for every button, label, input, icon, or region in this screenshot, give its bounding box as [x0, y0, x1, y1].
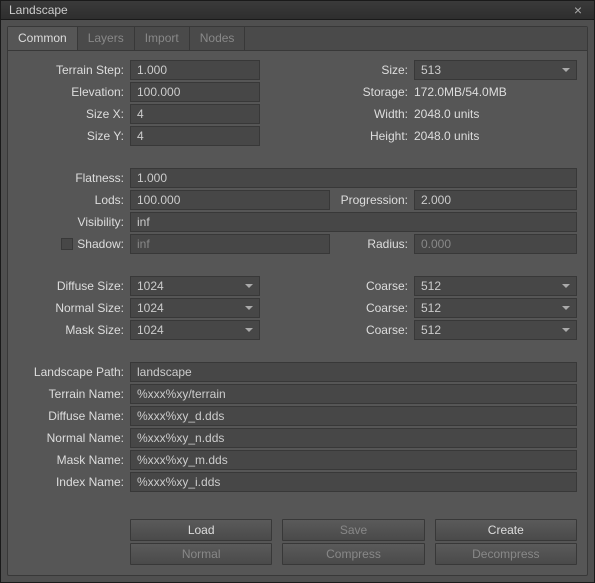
- width-value: 2048.0 units: [414, 107, 577, 121]
- terrain-step-input[interactable]: 1.000: [130, 60, 260, 80]
- storage-label: Storage:: [332, 85, 414, 99]
- compress-button[interactable]: Compress: [282, 543, 424, 565]
- index-name-label: Index Name:: [18, 475, 130, 489]
- mask-name-input[interactable]: %xxx%xy_m.dds: [130, 450, 577, 470]
- diffuse-name-label: Diffuse Name:: [18, 409, 130, 423]
- normal-button[interactable]: Normal: [130, 543, 272, 565]
- height-value: 2048.0 units: [414, 129, 577, 143]
- mask-size-combo[interactable]: 1024: [130, 320, 260, 340]
- normal-name-label: Normal Name:: [18, 431, 130, 445]
- size-label: Size:: [332, 63, 414, 77]
- visibility-label: Visibility:: [18, 215, 130, 229]
- mask-size-label: Mask Size:: [18, 323, 130, 337]
- close-icon[interactable]: ×: [570, 2, 586, 18]
- coarse3-combo[interactable]: 512: [414, 320, 577, 340]
- visibility-input[interactable]: inf: [130, 212, 577, 232]
- tabs: Common Layers Import Nodes: [8, 27, 587, 51]
- tab-nodes[interactable]: Nodes: [190, 27, 246, 50]
- size-y-input[interactable]: 4: [130, 126, 260, 146]
- normal-size-label: Normal Size:: [18, 301, 130, 315]
- size-combo[interactable]: 513: [414, 60, 577, 80]
- mask-name-label: Mask Name:: [18, 453, 130, 467]
- normal-name-input[interactable]: %xxx%xy_n.dds: [130, 428, 577, 448]
- normal-size-combo[interactable]: 1024: [130, 298, 260, 318]
- coarse3-label: Coarse:: [332, 323, 414, 337]
- flatness-label: Flatness:: [18, 171, 130, 185]
- height-label: Height:: [332, 129, 414, 143]
- landscape-path-input[interactable]: landscape: [130, 362, 577, 382]
- tab-layers[interactable]: Layers: [78, 27, 135, 50]
- lods-label: Lods:: [18, 193, 130, 207]
- shadow-input: inf: [130, 234, 330, 254]
- terrain-name-input[interactable]: %xxx%xy/terrain: [130, 384, 577, 404]
- terrain-name-label: Terrain Name:: [18, 387, 130, 401]
- diffuse-name-input[interactable]: %xxx%xy_d.dds: [130, 406, 577, 426]
- coarse1-combo[interactable]: 512: [414, 276, 577, 296]
- elevation-label: Elevation:: [18, 85, 130, 99]
- coarse2-combo[interactable]: 512: [414, 298, 577, 318]
- window-title: Landscape: [9, 3, 570, 17]
- storage-value: 172.0MB/54.0MB: [414, 85, 577, 99]
- shadow-checkbox[interactable]: [61, 238, 73, 250]
- flatness-input[interactable]: 1.000: [130, 168, 577, 188]
- save-button[interactable]: Save: [282, 519, 424, 541]
- width-label: Width:: [332, 107, 414, 121]
- diffuse-size-label: Diffuse Size:: [18, 279, 130, 293]
- panel: Common Layers Import Nodes Terrain Step:…: [7, 26, 588, 576]
- decompress-button[interactable]: Decompress: [435, 543, 577, 565]
- coarse2-label: Coarse:: [332, 301, 414, 315]
- load-button[interactable]: Load: [130, 519, 272, 541]
- radius-input: 0.000: [414, 234, 577, 254]
- shadow-label-text: Shadow:: [77, 237, 124, 251]
- radius-label: Radius:: [332, 237, 414, 251]
- coarse1-label: Coarse:: [332, 279, 414, 293]
- size-x-input[interactable]: 4: [130, 104, 260, 124]
- landscape-window: Landscape × Common Layers Import Nodes T…: [0, 0, 595, 583]
- size-x-label: Size X:: [18, 107, 130, 121]
- progression-label: Progression:: [332, 193, 414, 207]
- tab-import[interactable]: Import: [135, 27, 190, 50]
- terrain-step-label: Terrain Step:: [18, 63, 130, 77]
- size-y-label: Size Y:: [18, 129, 130, 143]
- shadow-label: Shadow:: [18, 237, 130, 251]
- index-name-input[interactable]: %xxx%xy_i.dds: [130, 472, 577, 492]
- diffuse-size-combo[interactable]: 1024: [130, 276, 260, 296]
- landscape-path-label: Landscape Path:: [18, 365, 130, 379]
- progression-input[interactable]: 2.000: [414, 190, 577, 210]
- tab-common[interactable]: Common: [8, 27, 78, 50]
- elevation-input[interactable]: 100.000: [130, 82, 260, 102]
- tab-content: Terrain Step: 1.000 Size: 513 Elevation:…: [8, 51, 587, 575]
- titlebar: Landscape ×: [1, 1, 594, 20]
- lods-input[interactable]: 100.000: [130, 190, 330, 210]
- create-button[interactable]: Create: [435, 519, 577, 541]
